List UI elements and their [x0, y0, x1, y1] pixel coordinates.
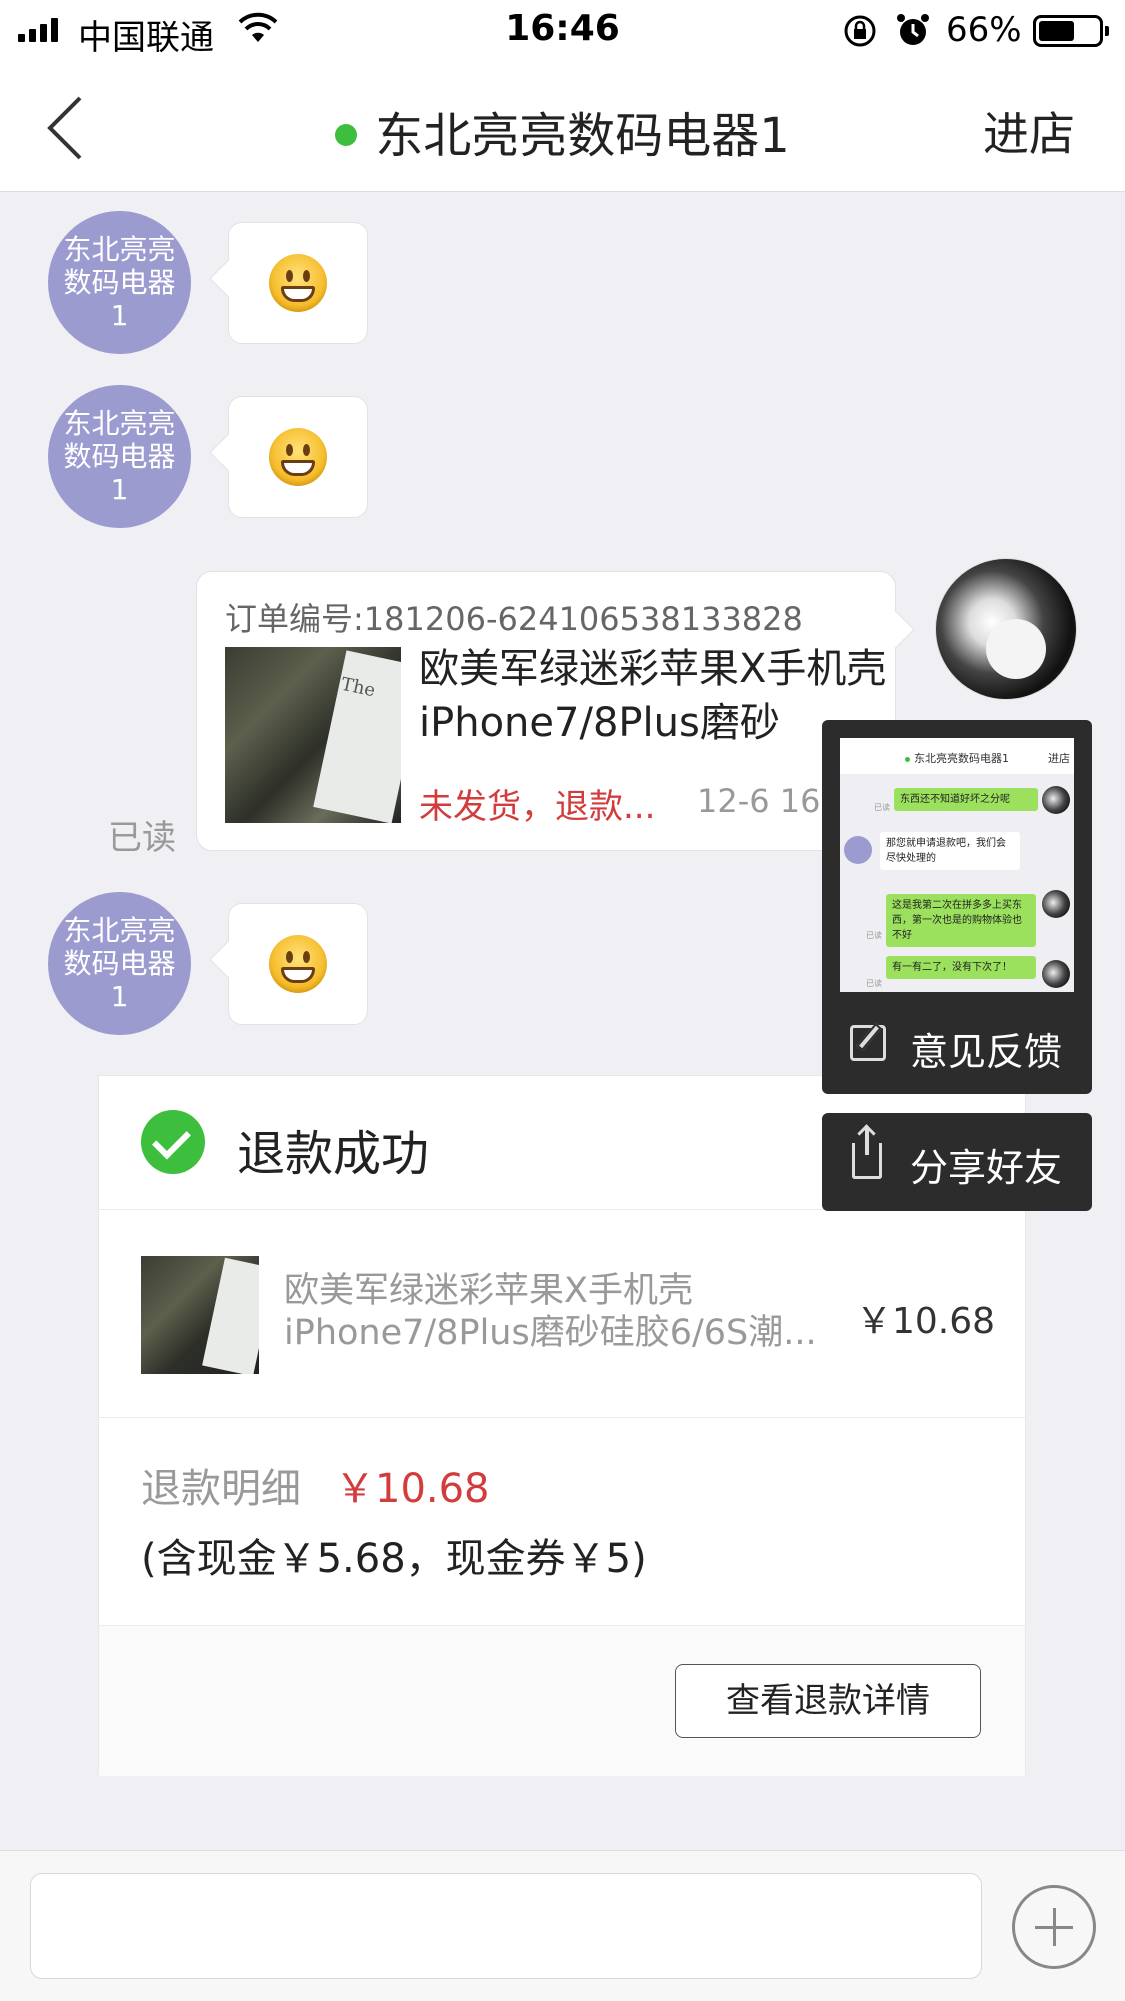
alarm-icon: [897, 14, 929, 45]
order-card[interactable]: 订单编号:181206-624106538133828 The 欧美军绿迷彩苹果…: [196, 571, 896, 851]
preview-user-avatar: [1042, 890, 1070, 918]
add-icon[interactable]: [1012, 1885, 1096, 1969]
chat-title: 东北亮亮数码电器1: [0, 96, 1125, 166]
grinning-emoji-icon: [269, 935, 327, 993]
input-bar: [0, 1850, 1125, 2001]
screenshot-preview[interactable]: 东北亮亮数码电器1 进店 东西还不知道好坏之分呢 已读 那您就申请退款吧，我们会…: [840, 738, 1074, 992]
order-status: 未发货，退款...: [419, 787, 656, 827]
feedback-button[interactable]: 意见反馈: [822, 1005, 1092, 1085]
preview-message: 东西还不知道好坏之分呢: [894, 788, 1038, 811]
status-bar: 中国联通 16:46 66%: [0, 0, 1125, 62]
shop-avatar[interactable]: 东北亮亮数码电器1: [48, 211, 191, 354]
feedback-label: 意见反馈: [910, 1030, 1063, 1074]
message-bubble[interactable]: [228, 903, 368, 1025]
refund-detail: 退款明细 ￥10.68 (含现金￥5.68，现金券￥5): [99, 1418, 1025, 1626]
rotation-lock-icon: [844, 15, 876, 47]
preview-message: 那您就申请退款吧，我们会尽快处理的: [880, 832, 1020, 870]
message-bubble[interactable]: [228, 222, 368, 344]
preview-message: 这是我第二次在拼多多上买东西，第一次也是的购物体验也不好: [886, 894, 1036, 947]
check-circle-icon: [141, 1110, 205, 1174]
refund-product-row[interactable]: 欧美军绿迷彩苹果X手机壳 iPhone7/8Plus磨砂硅胶6/6S潮... ￥…: [99, 1210, 1025, 1418]
battery-icon: [1033, 15, 1109, 47]
share-label: 分享好友: [910, 1146, 1063, 1190]
message-bubble[interactable]: [228, 396, 368, 518]
order-number: 订单编号:181206-624106538133828: [225, 600, 803, 638]
shop-avatar[interactable]: 东北亮亮数码电器1: [48, 385, 191, 528]
refund-product-price: ￥10.68: [855, 1301, 995, 1342]
chat-header: 东北亮亮数码电器1 进店: [0, 62, 1125, 192]
product-thumbnail: The: [225, 647, 401, 823]
read-receipt: 已读: [108, 818, 176, 858]
message-input[interactable]: [30, 1873, 982, 1979]
preview-message: 有一有二了，没有下次了！: [886, 956, 1036, 979]
refund-detail-label: 退款明细: [141, 1466, 301, 1512]
refund-amount: ￥10.68: [335, 1466, 490, 1512]
share-friends-button[interactable]: 分享好友: [822, 1113, 1092, 1211]
shop-avatar[interactable]: 东北亮亮数码电器1: [48, 892, 191, 1035]
preview-shop-avatar: [844, 836, 872, 864]
refund-title: 退款成功: [237, 1126, 430, 1182]
edit-icon: [850, 1025, 886, 1061]
grinning-emoji-icon: [269, 254, 327, 312]
enter-store-button[interactable]: 进店: [983, 98, 1075, 164]
user-avatar[interactable]: [935, 558, 1077, 700]
shop-name: 东北亮亮数码电器1: [375, 108, 790, 164]
preview-user-avatar: [1042, 786, 1070, 814]
refund-breakdown: (含现金￥5.68，现金券￥5): [141, 1536, 647, 1582]
share-icon: [852, 1127, 882, 1179]
product-thumbnail: [141, 1256, 259, 1374]
refund-product-name: 欧美军绿迷彩苹果X手机壳 iPhone7/8Plus磨砂硅胶6/6S潮...: [284, 1271, 817, 1353]
grinning-emoji-icon: [269, 428, 327, 486]
refund-footer: 查看退款详情: [99, 1626, 1025, 1776]
preview-user-avatar: [1042, 960, 1070, 988]
view-refund-details-button[interactable]: 查看退款详情: [675, 1664, 981, 1738]
battery-percent: 66%: [946, 10, 1022, 50]
online-status-icon: [335, 124, 358, 146]
screenshot-popup: 东北亮亮数码电器1 进店 东西还不知道好坏之分呢 已读 那您就申请退款吧，我们会…: [822, 720, 1092, 1094]
